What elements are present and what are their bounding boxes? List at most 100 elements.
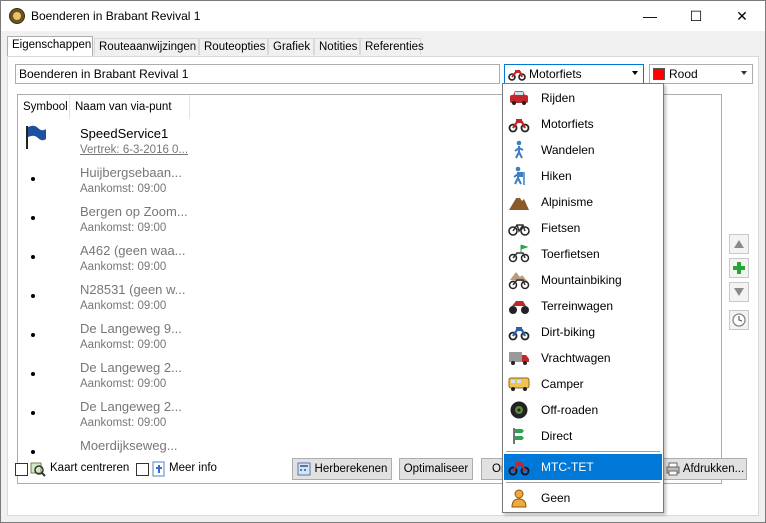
via-point-arrival: Aankomst: 09:00 — [80, 417, 167, 429]
move-up-button[interactable] — [729, 234, 749, 254]
bullet-icon — [31, 216, 35, 220]
direct-route-icon — [513, 428, 524, 444]
vehicle-option-geen[interactable]: Geen — [504, 485, 662, 511]
column-header-name[interactable]: Naam van via-punt — [70, 95, 190, 119]
bullet-icon — [31, 177, 35, 181]
vehicle-dropdown-list[interactable]: Rijden Motorfiets Wandelen Hiken Alpinis… — [502, 83, 664, 513]
option-label: MTC-TET — [541, 460, 594, 474]
meer-info-label: Meer info — [169, 462, 217, 474]
tab-eigenschappen[interactable]: Eigenschappen — [7, 36, 93, 56]
bullet-icon — [31, 411, 35, 415]
motorcycle-icon — [508, 70, 526, 81]
herberekenen-label: Herberekenen — [314, 463, 388, 475]
add-via-point-button[interactable] — [729, 258, 749, 278]
option-label: Geen — [541, 491, 571, 505]
bullet-icon — [31, 294, 35, 298]
maximize-button[interactable]: ☐ — [673, 1, 719, 31]
via-point-arrival: Aankomst: 09:00 — [80, 378, 167, 390]
vehicle-option-alpinisme[interactable]: Alpinisme — [504, 189, 662, 215]
mountain-bike-icon — [508, 272, 530, 290]
kaart-centreren-checkbox[interactable] — [15, 463, 28, 476]
chevron-down-icon — [741, 71, 747, 75]
chevron-down-icon — [632, 71, 638, 75]
maximize-icon: ☐ — [689, 7, 703, 24]
via-point-arrival: Aankomst: 09:00 — [80, 261, 167, 273]
minimize-button[interactable]: — — [627, 1, 673, 31]
tab-routeaanwijzingen[interactable]: Routeaanwijzingen — [94, 38, 199, 55]
bicycle-icon — [508, 224, 530, 236]
via-point-name: De Langeweg 2... — [80, 360, 182, 375]
triangle-down-icon — [734, 288, 744, 296]
tab-referenties[interactable]: Referenties — [360, 38, 424, 55]
kaart-centreren-label: Kaart centreren — [50, 462, 130, 474]
option-label: Alpinisme — [541, 195, 594, 209]
optimaliseer-button[interactable]: Optimaliseer — [399, 458, 473, 480]
meer-info-checkbox[interactable] — [136, 463, 149, 476]
printer-icon — [666, 462, 680, 476]
dropdown-separator — [506, 482, 660, 483]
vehicle-option-fietsen[interactable]: Fietsen — [504, 215, 662, 241]
tab-grafiek[interactable]: Grafiek — [268, 38, 314, 55]
triangle-up-icon — [734, 240, 744, 248]
option-label: Direct — [541, 429, 573, 443]
vehicle-option-off-roaden[interactable]: Off-roaden — [504, 397, 662, 423]
option-label: Terreinwagen — [541, 299, 614, 313]
vehicle-option-hiken[interactable]: Hiken — [504, 163, 662, 189]
option-label: Fietsen — [541, 221, 581, 235]
vehicle-option-toerfietsen[interactable]: Toerfietsen — [504, 241, 662, 267]
move-down-button[interactable] — [729, 282, 749, 302]
mountain-icon — [509, 195, 529, 210]
option-label: Vrachtwagen — [541, 351, 611, 365]
vehicle-option-vrachtwagen[interactable]: Vrachtwagen — [504, 345, 662, 371]
color-select[interactable]: Rood — [649, 64, 753, 84]
vehicle-option-motorfiets[interactable]: Motorfiets — [504, 111, 662, 137]
via-point-arrival: Aankomst: 09:00 — [80, 183, 167, 195]
via-point-arrival: Aankomst: 09:00 — [80, 222, 167, 234]
option-label: Toerfietsen — [541, 247, 600, 261]
clock-button[interactable] — [729, 310, 749, 330]
via-point-name: De Langeweg 2... — [80, 399, 182, 414]
camper-icon — [508, 377, 530, 391]
info-document-icon — [152, 461, 165, 477]
option-label: Dirt-biking — [541, 325, 596, 339]
map-search-icon — [30, 462, 46, 477]
truck-icon — [509, 352, 529, 365]
vehicle-option-mtc-tet[interactable]: MTC-TET — [504, 454, 662, 480]
option-label: Rijden — [541, 91, 576, 105]
via-point-arrival: Aankomst: 09:00 — [80, 339, 167, 351]
herberekenen-button[interactable]: Herberekenen — [292, 458, 392, 480]
vehicle-option-dirt-biking[interactable]: Dirt-biking — [504, 319, 662, 345]
vehicle-select[interactable]: Motorfiets — [504, 64, 644, 84]
tab-routeopties[interactable]: Routeopties — [199, 38, 268, 55]
route-name-input[interactable] — [15, 64, 500, 84]
flag-icon — [26, 125, 46, 149]
atv-icon — [509, 301, 529, 314]
car-icon — [510, 91, 528, 105]
calculator-icon — [297, 462, 311, 476]
touring-bicycle-icon — [508, 244, 530, 263]
afdrukken-button[interactable]: Afdrukken... — [663, 458, 747, 480]
option-label: Hiken — [541, 169, 572, 183]
afdrukken-label: Afdrukken... — [682, 463, 745, 475]
tab-notities[interactable]: Notities — [314, 38, 360, 55]
bullet-icon — [31, 450, 35, 454]
dropdown-separator — [506, 451, 660, 452]
vehicle-option-direct[interactable]: Direct — [504, 423, 662, 449]
vehicle-option-camper[interactable]: Camper — [504, 371, 662, 397]
vehicle-option-mountainbiking[interactable]: Mountainbiking — [504, 267, 662, 293]
bullet-icon — [31, 255, 35, 259]
vehicle-option-rijden[interactable]: Rijden — [504, 85, 662, 111]
column-header-symbol[interactable]: Symbool — [18, 95, 70, 119]
via-point-departure[interactable]: Vertrek: 6-3-2016 0... — [80, 144, 188, 156]
color-swatch — [653, 68, 665, 80]
walking-icon — [514, 140, 524, 159]
vehicle-option-wandelen[interactable]: Wandelen — [504, 137, 662, 163]
via-point-name: Huijbergsebaan... — [80, 165, 182, 180]
title-bar: Boenderen in Brabant Revival 1 — ☐ ✕ — [1, 1, 765, 31]
via-point-name: A462 (geen waa... — [80, 243, 186, 258]
plus-icon — [733, 262, 745, 274]
option-label: Mountainbiking — [541, 273, 622, 287]
motorcycle-icon — [508, 119, 530, 133]
close-button[interactable]: ✕ — [719, 1, 765, 31]
vehicle-option-terreinwagen[interactable]: Terreinwagen — [504, 293, 662, 319]
